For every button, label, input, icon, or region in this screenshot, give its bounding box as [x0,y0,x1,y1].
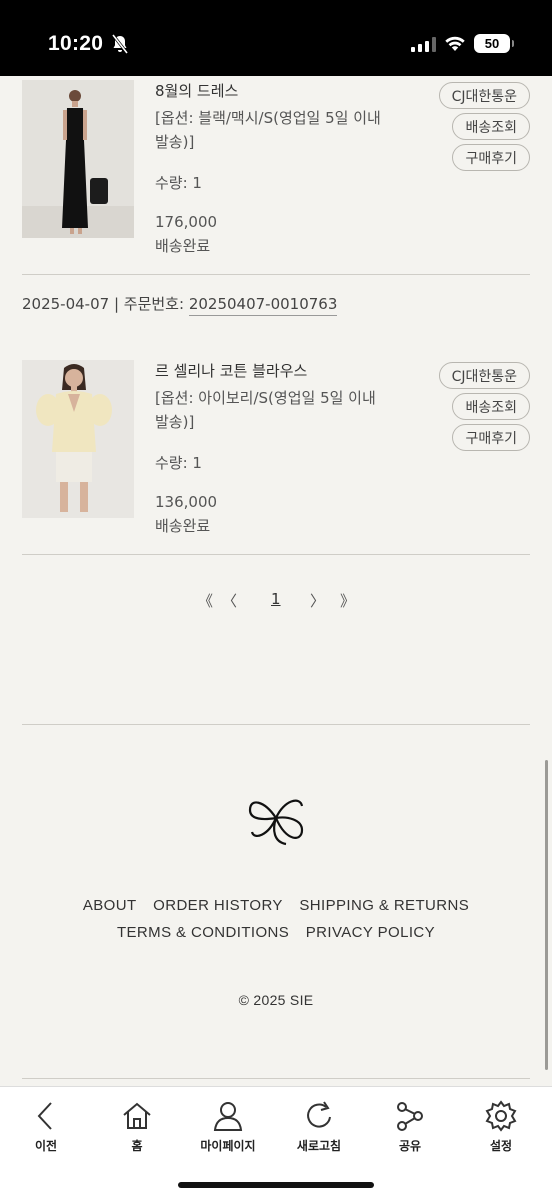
nav-label: 마이페이지 [200,1139,256,1153]
footer-link-terms[interactable]: TERMS & CONDITIONS [117,924,289,941]
product-price: 176,000 [155,213,218,231]
footer-link-about[interactable]: ABOUT [83,897,137,914]
write-review-button[interactable]: 구매후기 [452,144,530,171]
prev-page-button[interactable]: 〈 [222,590,237,611]
blouse-image [22,360,134,518]
status-bar: 10:20 50 [0,0,552,76]
next-page-button[interactable]: 〉 [310,590,325,611]
product-name[interactable]: 르 셀리나 코튼 블라우스 [155,360,415,382]
order-item: 르 셀리나 코튼 블라우스 [옵션: 아이보리/S(영업일 5일 이내 발송)]… [22,360,530,550]
status-time: 10:20 [48,32,104,55]
nav-share-button[interactable]: 공유 [370,1099,450,1154]
dress-image [22,80,134,238]
product-option: [옵션: 블랙/맥시/S(영업일 5일 이내 발송)] [155,106,415,154]
nav-label: 공유 [398,1139,422,1153]
delivery-status: 배송완료 [155,517,211,535]
order-item: 8월의 드레스 [옵션: 블랙/맥시/S(영업일 5일 이내 발송)] 수량: … [22,80,530,270]
nav-label: 홈 [131,1139,143,1153]
track-delivery-button[interactable]: 배송조회 [452,113,530,140]
footer-links-row: TERMS & CONDITIONS PRIVACY POLICY [0,924,552,941]
page-number-current[interactable]: 1 [271,590,281,608]
product-option-line: [옵션: 블랙/맥시/S(영업일 5일 이내 [155,109,381,127]
nav-settings-button[interactable]: 설정 [461,1099,541,1154]
order-actions: CJ대한통운 배송조회 구매후기 [438,82,530,171]
divider [22,554,530,555]
nav-label: 새로고침 [296,1139,342,1153]
home-icon [123,1102,151,1129]
product-name[interactable]: 8월의 드레스 [155,80,415,102]
order-date: 2025-04-07 [22,295,110,313]
product-option-line: [옵션: 아이보리/S(영업일 5일 이내 [155,389,376,407]
product-thumbnail-blouse[interactable] [22,360,134,518]
order-item-info: 8월의 드레스 [옵션: 블랙/맥시/S(영업일 5일 이내 발송)] 수량: … [155,80,415,256]
last-page-button[interactable]: 》 [340,590,355,611]
copyright: © 2025 SIE [238,992,314,1008]
delivery-status: 배송완료 [155,237,211,255]
product-quantity: 수량: 1 [155,454,202,472]
product-thumbnail-dress[interactable] [22,80,134,238]
gear-icon [485,1100,517,1132]
share-icon [397,1102,423,1131]
footer-link-order-history[interactable]: ORDER HISTORY [153,897,283,914]
back-icon [37,1102,52,1130]
wifi-icon [445,36,465,51]
nav-back-button[interactable]: 이전 [6,1099,86,1154]
product-price: 136,000 [155,493,218,511]
brand-logo[interactable] [246,790,306,846]
nav-mypage-button[interactable]: 마이페이지 [188,1099,268,1154]
footer-link-privacy[interactable]: PRIVACY POLICY [306,924,435,941]
carrier-button[interactable]: CJ대한통운 [438,362,530,389]
product-option: [옵션: 아이보리/S(영업일 5일 이내 발송)] [155,386,415,434]
order-item-info: 르 셀리나 코튼 블라우스 [옵션: 아이보리/S(영업일 5일 이내 발송)]… [155,360,415,536]
pagination: 《 〈 1 〉 》 [0,590,552,610]
refresh-icon [307,1101,331,1128]
nav-refresh-button[interactable]: 새로고침 [279,1099,359,1154]
divider [22,1078,530,1079]
battery-icon: 50 [474,34,514,53]
status-indicators: 50 [411,34,514,53]
write-review-button[interactable]: 구매후기 [452,424,530,451]
order-actions: CJ대한통운 배송조회 구매후기 [438,362,530,451]
nav-label: 이전 [34,1139,58,1153]
track-delivery-button[interactable]: 배송조회 [452,393,530,420]
first-page-button[interactable]: 《 [198,590,213,611]
footer-link-shipping-returns[interactable]: SHIPPING & RETURNS [299,897,469,914]
home-indicator[interactable] [178,1182,374,1188]
order-number-link[interactable]: 20250407-0010763 [188,295,338,316]
order-header: 2025-04-07 | 주문번호: 20250407-0010763 [22,293,338,316]
nav-home-button[interactable]: 홈 [97,1099,177,1154]
product-quantity: 수량: 1 [155,174,202,192]
order-separator: | [109,295,124,313]
order-number-label: 주문번호: [123,295,189,313]
footer-divider [22,724,530,725]
user-icon [213,1102,243,1131]
divider [22,274,530,275]
signal-icon [411,36,436,52]
nav-label: 설정 [489,1139,513,1153]
product-option-line: 발송)] [155,413,195,431]
scrollbar[interactable] [545,760,548,1070]
footer-links-row: ABOUT ORDER HISTORY SHIPPING & RETURNS [0,897,552,914]
carrier-button[interactable]: CJ대한통운 [438,82,530,109]
product-option-line: 발송)] [155,133,195,151]
mute-bell-icon [111,34,129,54]
